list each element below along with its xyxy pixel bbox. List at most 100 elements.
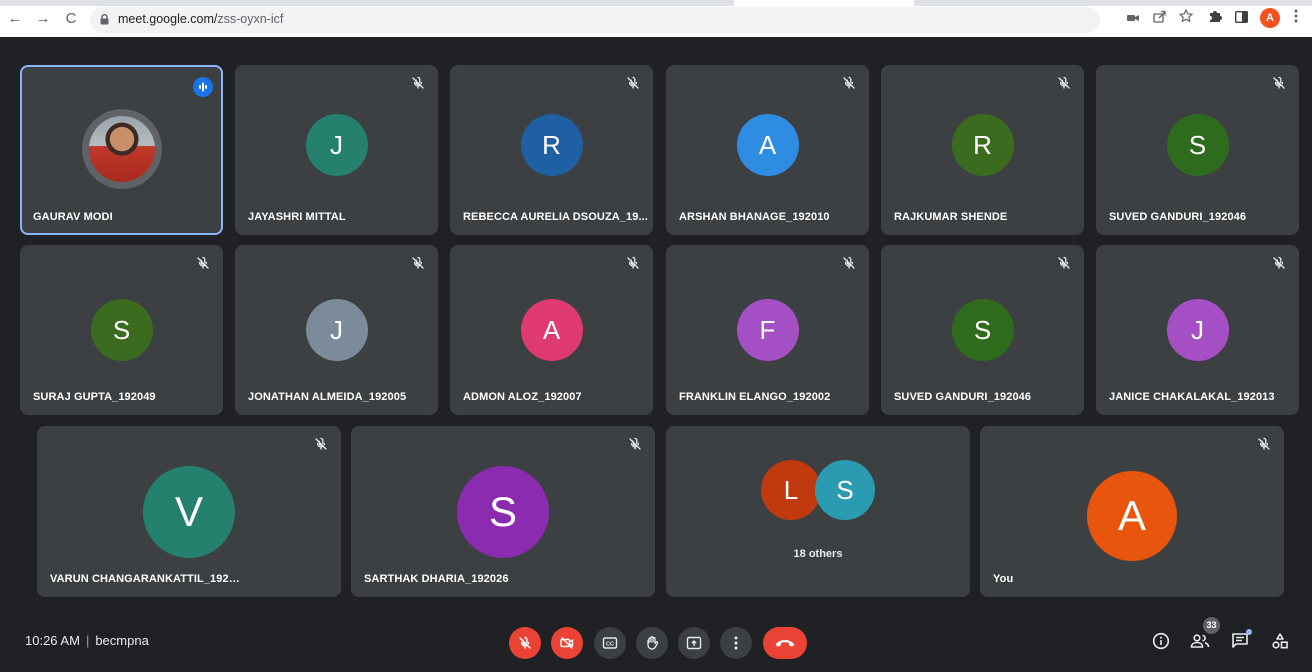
- participant-tile[interactable]: S SARTHAK DHARIA_192026: [351, 426, 655, 597]
- mic-toggle-button[interactable]: [509, 627, 541, 659]
- present-screen-button[interactable]: [678, 627, 710, 659]
- url-text: meet.google.com/zss-oyxn-icf: [118, 12, 283, 26]
- avatar: R: [520, 114, 583, 176]
- avatar: J: [305, 114, 368, 176]
- avatar: S: [1166, 114, 1229, 176]
- share-icon[interactable]: [1150, 9, 1168, 27]
- speaking-indicator-icon: [193, 77, 213, 97]
- captions-icon: CC: [602, 637, 618, 649]
- muted-mic-icon: [627, 256, 639, 269]
- lock-icon: [100, 14, 109, 25]
- muted-mic-icon: [1273, 256, 1285, 269]
- avatar: V: [143, 466, 235, 558]
- participant-tile[interactable]: R RAJKUMAR SHENDE: [881, 65, 1084, 235]
- avatar: S: [457, 466, 549, 558]
- muted-mic-icon: [627, 76, 639, 89]
- avatar: A: [520, 299, 583, 361]
- avatar: R: [951, 114, 1014, 176]
- avatar: S: [951, 299, 1014, 361]
- people-count-badge: 33: [1203, 617, 1220, 634]
- participant-name: SUVED GANDURI_192046: [894, 391, 1032, 403]
- muted-mic-icon: [315, 437, 327, 450]
- participant-tile[interactable]: J JANICE CHAKALAKAL_192013: [1096, 245, 1299, 415]
- participant-name: JANICE CHAKALAKAL_192013: [1109, 391, 1275, 403]
- participant-tile[interactable]: V VARUN CHANGARANKATTIL_192014: [37, 426, 341, 597]
- present-icon: [686, 636, 702, 650]
- muted-mic-icon: [412, 76, 424, 89]
- participant-name: ADMON ALOZ_192007: [463, 391, 582, 403]
- back-icon[interactable]: ←: [6, 10, 24, 28]
- url-path: zss-oyxn-icf: [217, 12, 284, 26]
- tab-strip: [0, 0, 1312, 6]
- participant-name: GAURAV MODI: [33, 211, 113, 223]
- chat-icon: [1232, 633, 1248, 648]
- participant-name: VARUN CHANGARANKATTIL_192014: [50, 573, 240, 585]
- avatar: S: [815, 460, 875, 520]
- participant-tile[interactable]: S SUVED GANDURI_192046: [1096, 65, 1299, 235]
- meeting-code: becmpna: [95, 633, 149, 648]
- participant-name: REBECCA AURELIA DSOUZA_19...: [463, 211, 648, 223]
- participant-name: RAJKUMAR SHENDE: [894, 211, 1008, 223]
- activities-icon: [1272, 633, 1288, 649]
- camera-off-icon: [560, 637, 574, 649]
- muted-mic-icon: [843, 256, 855, 269]
- raise-hand-button[interactable]: [636, 627, 668, 659]
- hang-up-icon: [775, 640, 795, 647]
- participant-name: SUVED GANDURI_192046: [1109, 211, 1247, 223]
- active-tab[interactable]: [734, 0, 914, 6]
- side-panel-icon[interactable]: [1232, 9, 1250, 27]
- chat-notification-dot: [1246, 629, 1252, 635]
- avatar: A: [736, 114, 799, 176]
- address-bar[interactable]: meet.google.com/zss-oyxn-icf: [90, 7, 1100, 33]
- participant-tile[interactable]: R REBECCA AURELIA DSOUZA_19...: [450, 65, 653, 235]
- captions-button[interactable]: CC: [594, 627, 626, 659]
- participant-tile[interactable]: F FRANKLIN ELANGO_192002: [666, 245, 869, 415]
- others-tile[interactable]: L S 18 others: [666, 426, 970, 597]
- avatar: L: [761, 460, 821, 520]
- avatar: A: [1087, 471, 1177, 561]
- participant-name: JONATHAN ALMEIDA_192005: [248, 391, 407, 403]
- muted-mic-icon: [1258, 437, 1270, 450]
- info-icon: [1152, 632, 1170, 650]
- camera-toggle-button[interactable]: [551, 627, 583, 659]
- participant-tile[interactable]: S SURAJ GUPTA_192049: [20, 245, 223, 415]
- others-count-label: 18 others: [793, 548, 843, 560]
- avatar: S: [90, 299, 153, 361]
- meeting-details-button[interactable]: [1148, 628, 1174, 654]
- profile-avatar[interactable]: A: [1260, 8, 1280, 28]
- more-vert-icon: [734, 636, 738, 650]
- participant-tile[interactable]: GAURAV MODI: [20, 65, 223, 235]
- self-tile[interactable]: A You: [980, 426, 1284, 597]
- camera-icon[interactable]: [1124, 9, 1142, 27]
- more-options-button[interactable]: [720, 627, 752, 659]
- muted-mic-icon: [1058, 256, 1070, 269]
- mic-off-icon: [519, 636, 531, 649]
- avatar: J: [1166, 299, 1229, 361]
- muted-mic-icon: [629, 437, 641, 450]
- participant-tile[interactable]: J JAYASHRI MITTAL: [235, 65, 438, 235]
- activities-button[interactable]: [1267, 628, 1293, 654]
- photo-image: [88, 116, 155, 182]
- extensions-puzzle-icon[interactable]: [1206, 9, 1224, 27]
- participant-name: SURAJ GUPTA_192049: [33, 391, 156, 403]
- browser-toolbar: ← → C meet.google.com/zss-oyxn-icf A: [0, 0, 1312, 37]
- participant-tile[interactable]: A ARSHAN BHANAGE_192010: [666, 65, 869, 235]
- participant-tile[interactable]: S SUVED GANDURI_192046: [881, 245, 1084, 415]
- leave-call-button[interactable]: [763, 627, 807, 659]
- participant-tile[interactable]: A ADMON ALOZ_192007: [450, 245, 653, 415]
- bookmark-star-icon[interactable]: [1177, 8, 1195, 27]
- people-icon: [1190, 634, 1210, 648]
- participant-name: ARSHAN BHANAGE_192010: [679, 211, 830, 223]
- avatar: F: [736, 299, 799, 361]
- forward-icon[interactable]: →: [34, 10, 52, 28]
- separator: |: [85, 633, 90, 648]
- participant-name: FRANKLIN ELANGO_192002: [679, 391, 831, 403]
- participant-tile[interactable]: J JONATHAN ALMEIDA_192005: [235, 245, 438, 415]
- browser-menu-icon[interactable]: [1287, 9, 1305, 27]
- muted-mic-icon: [843, 76, 855, 89]
- avatar: J: [305, 299, 368, 361]
- hand-icon: [647, 636, 659, 650]
- reload-icon[interactable]: C: [62, 10, 80, 28]
- meeting-controls-bar: 10:26 AM | becmpna CC: [0, 604, 1312, 672]
- muted-mic-icon: [1058, 76, 1070, 89]
